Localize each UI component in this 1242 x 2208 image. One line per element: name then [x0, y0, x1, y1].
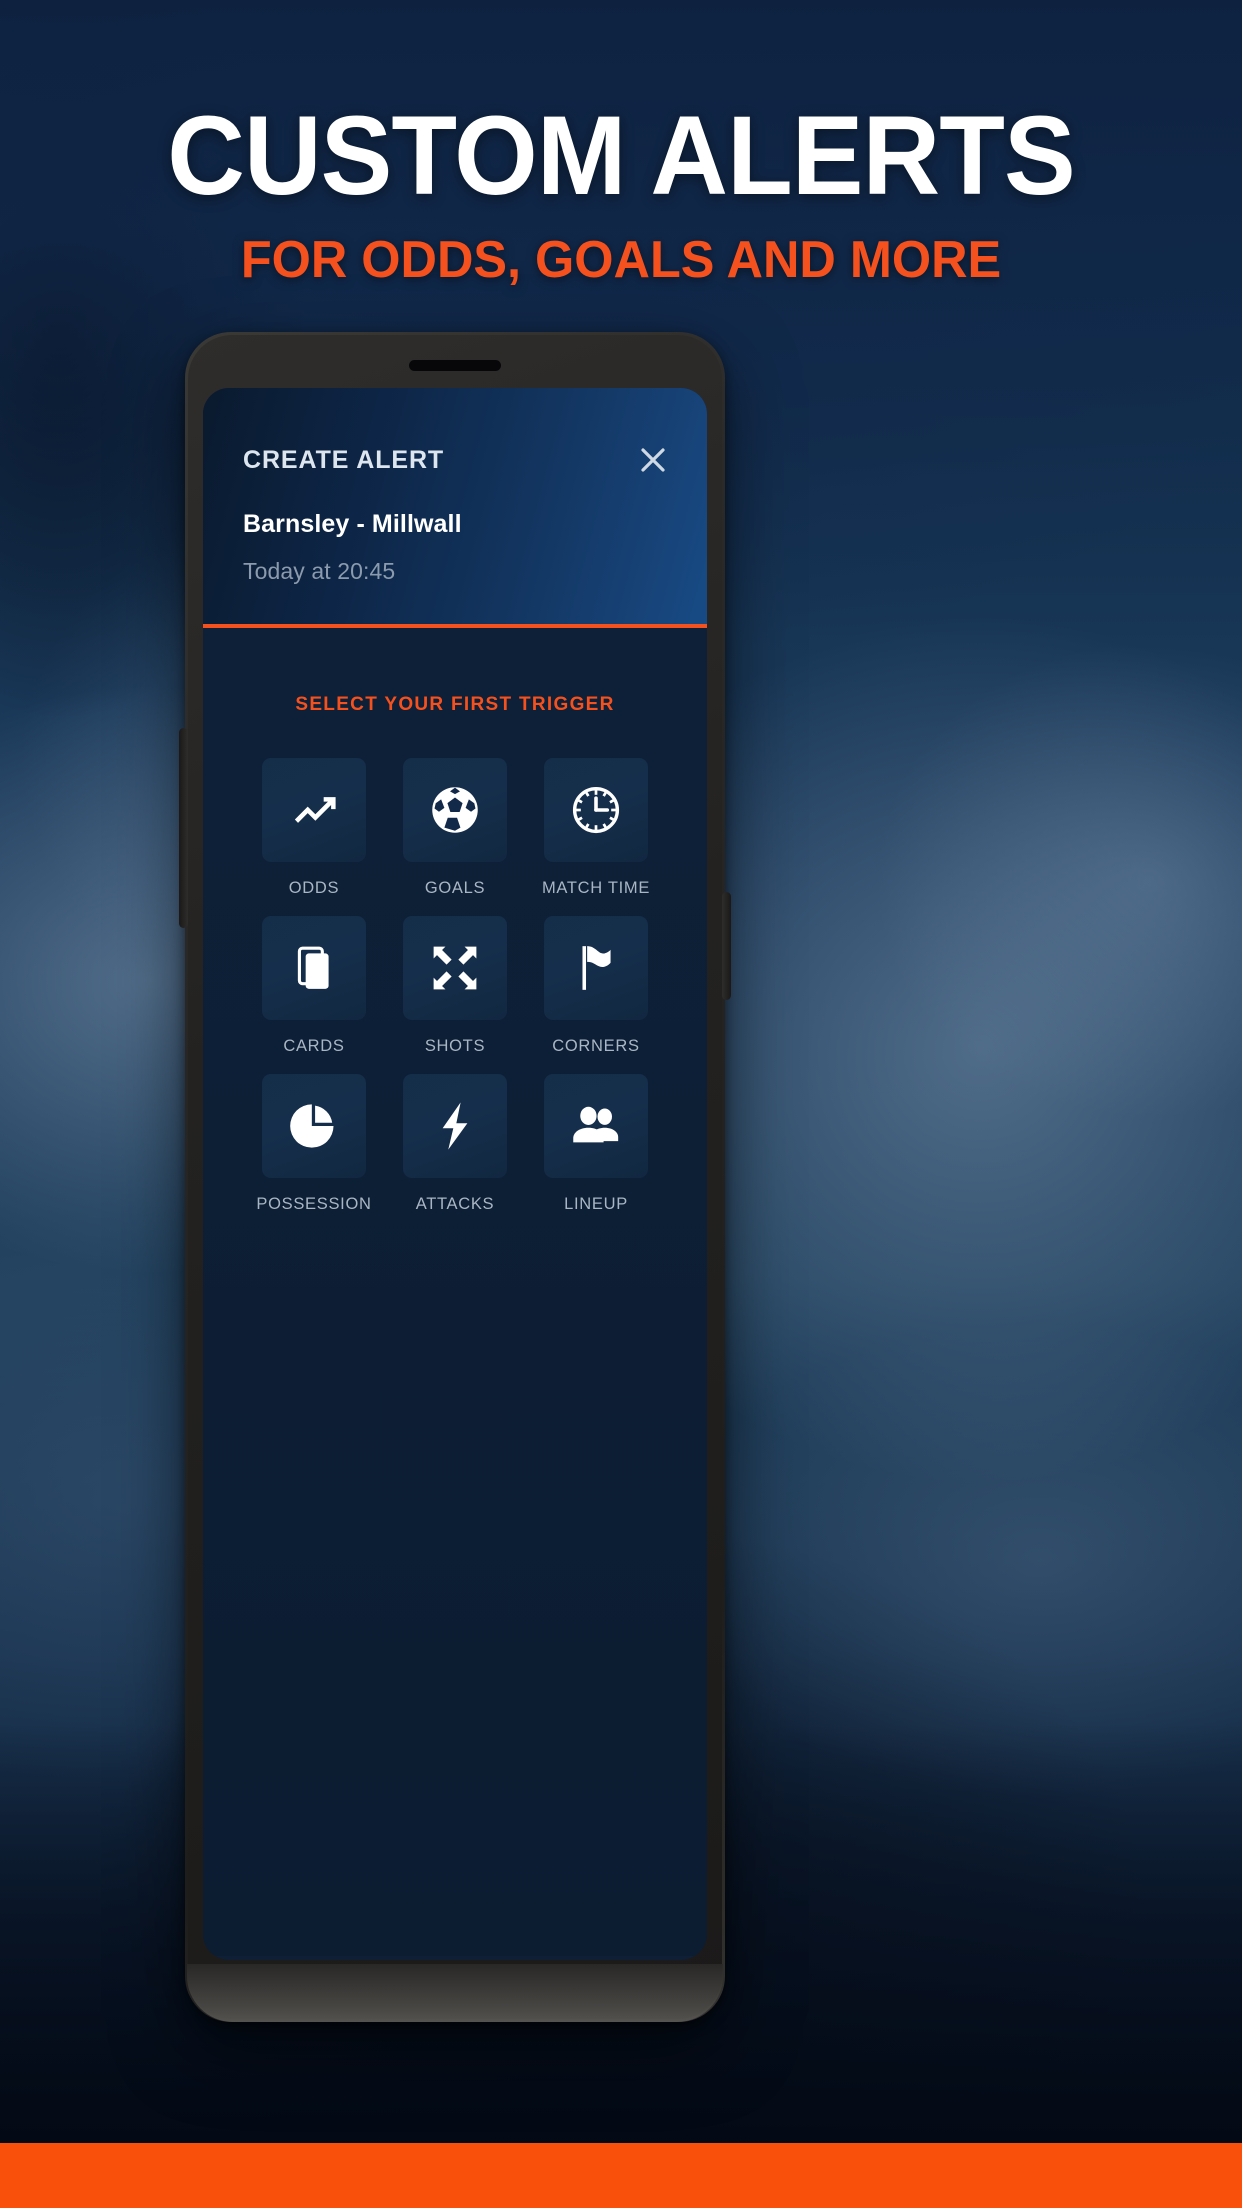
trigger-cards[interactable]: CARDS: [262, 916, 366, 1056]
trigger-tile[interactable]: [544, 1074, 648, 1178]
soccer-ball-icon: [429, 784, 481, 836]
trigger-tile[interactable]: [403, 1074, 507, 1178]
header-title-row: CREATE ALERT: [243, 440, 673, 480]
match-name: Barnsley - Millwall: [243, 510, 462, 538]
trigger-label: CARDS: [283, 1037, 345, 1055]
trending-up-icon: [287, 783, 341, 837]
create-alert-heading: CREATE ALERT: [243, 445, 445, 474]
trigger-tile[interactable]: [403, 758, 507, 862]
trigger-goals[interactable]: GOALS: [403, 758, 507, 898]
trigger-label: LINEUP: [564, 1195, 628, 1213]
phone-mockup: CREATE ALERT Barnsley - Millwall Today a…: [179, 332, 731, 2022]
cards-icon: [289, 943, 339, 993]
power-button-icon[interactable]: [722, 892, 731, 1000]
section-label: SELECT YOUR FIRST TRIGGER: [295, 694, 615, 715]
create-alert-body: SELECT YOUR FIRST TRIGGER ODDS GOALS MAT…: [203, 628, 707, 1956]
bottom-accent-bar: [0, 2143, 1242, 2208]
trigger-label: CORNERS: [552, 1037, 640, 1055]
clock-icon: [569, 783, 623, 837]
trigger-label: POSSESSION: [256, 1195, 372, 1213]
page-title: CUSTOM ALERTS: [167, 93, 1075, 218]
trigger-tile[interactable]: [262, 1074, 366, 1178]
trigger-tile[interactable]: [262, 758, 366, 862]
volume-button-icon[interactable]: [179, 728, 188, 928]
trigger-tile[interactable]: [544, 916, 648, 1020]
close-x-icon[interactable]: [633, 440, 673, 480]
phone-screen: CREATE ALERT Barnsley - Millwall Today a…: [203, 388, 707, 1960]
create-alert-header: CREATE ALERT Barnsley - Millwall Today a…: [203, 388, 707, 628]
promo-text-block: CUSTOM ALERTS FOR ODDS, GOALS AND MORE: [0, 93, 1242, 289]
trigger-label: MATCH TIME: [541, 879, 651, 897]
lightning-bolt-icon: [428, 1099, 482, 1153]
trigger-label: ODDS: [288, 879, 340, 897]
trigger-grid: ODDS GOALS MATCH TIME CARDS SHOTS CORNER…: [203, 758, 707, 1214]
speaker-grille-icon: [409, 360, 501, 371]
trigger-lineup[interactable]: LINEUP: [544, 1074, 648, 1214]
trigger-label: GOALS: [424, 879, 486, 897]
corner-flag-icon: [571, 942, 621, 994]
pie-chart-icon: [288, 1100, 340, 1152]
trigger-match-time[interactable]: MATCH TIME: [541, 758, 651, 898]
trigger-tile[interactable]: [403, 916, 507, 1020]
trigger-odds[interactable]: ODDS: [262, 758, 366, 898]
phone-bottom-bezel: [187, 1964, 723, 2022]
trigger-label: ATTACKS: [415, 1195, 495, 1213]
trigger-shots[interactable]: SHOTS: [403, 916, 507, 1056]
trigger-possession[interactable]: POSSESSION: [256, 1074, 371, 1214]
page-subtitle: FOR ODDS, GOALS AND MORE: [240, 231, 1002, 289]
trigger-corners[interactable]: CORNERS: [544, 916, 648, 1056]
trigger-tile[interactable]: [544, 758, 648, 862]
trigger-attacks[interactable]: ATTACKS: [403, 1074, 507, 1214]
match-kickoff-time: Today at 20:45: [243, 558, 396, 584]
people-icon: [568, 1098, 624, 1154]
trigger-tile[interactable]: [262, 916, 366, 1020]
trigger-label: SHOTS: [424, 1037, 486, 1055]
converge-arrows-icon: [428, 941, 482, 995]
